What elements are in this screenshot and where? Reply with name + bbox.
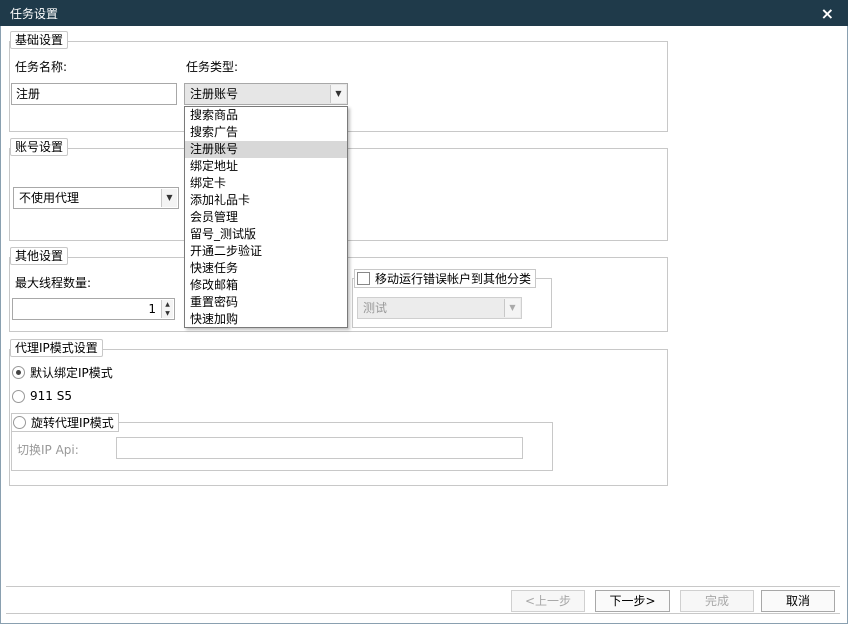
chevron-down-icon[interactable]: ▼ <box>504 299 520 317</box>
radio-dot[interactable] <box>13 416 26 429</box>
dropdown-option[interactable]: 会员管理 <box>185 209 347 226</box>
account-settings-legend: 账号设置 <box>10 138 69 156</box>
other-settings-legend: 其他设置 <box>10 247 69 265</box>
close-icon[interactable]: × <box>821 4 834 23</box>
dropdown-option[interactable]: 修改邮箱 <box>185 277 347 294</box>
dropdown-option[interactable]: 重置密码 <box>185 294 347 311</box>
default-ip-mode-label: 默认绑定IP模式 <box>30 366 113 380</box>
max-threads-value: 1 <box>148 302 156 316</box>
radio-dot[interactable] <box>12 366 25 379</box>
task-type-select[interactable]: 注册账号 ▼ <box>184 83 348 105</box>
move-error-label: 移动运行错误帐户到其他分类 <box>375 272 532 286</box>
prev-button[interactable]: <上一步 <box>511 590 585 612</box>
switch-api-label: 切换IP Api: <box>17 443 79 457</box>
chevron-down-icon[interactable]: ▼ <box>330 85 346 103</box>
radio-dot[interactable] <box>12 389 25 403</box>
cancel-button[interactable]: 取消 <box>761 590 835 612</box>
proxy-select[interactable]: 不使用代理 ▼ <box>13 187 179 209</box>
dropdown-option[interactable]: 快速任务 <box>185 260 347 277</box>
category-select[interactable]: 测试 ▼ <box>357 297 522 319</box>
default-ip-mode-radio[interactable]: 默认绑定IP模式 <box>12 364 113 381</box>
category-value: 测试 <box>363 301 388 315</box>
switch-api-input[interactable] <box>116 437 523 459</box>
task-type-dropdown: 搜索商品 搜索广告 注册账号 绑定地址 绑定卡 添加礼品卡 会员管理 留号_测试版 开通二步验证… <box>184 106 348 328</box>
decrement-icon[interactable]: ▼ <box>162 309 173 318</box>
proxy-ip-legend: 代理IP模式设置 <box>10 339 103 357</box>
dropdown-option[interactable]: 快速加购 <box>185 311 347 328</box>
dropdown-option[interactable]: 留号_测试版 <box>185 226 347 243</box>
dropdown-option[interactable]: 注册账号 <box>185 141 347 158</box>
move-error-checkbox[interactable]: 移动运行错误帐户到其他分类 <box>354 269 537 288</box>
s5-radio[interactable]: 911 S5 <box>12 389 72 403</box>
task-name-input[interactable]: 注册 <box>11 83 177 105</box>
max-threads-stepper[interactable]: 1 ▲ ▼ <box>12 298 175 320</box>
task-type-value: 注册账号 <box>190 87 239 101</box>
rotate-ip-mode-radio[interactable]: 旋转代理IP模式 <box>11 413 119 432</box>
dropdown-option[interactable]: 搜索广告 <box>185 124 347 141</box>
rotate-ip-mode-label: 旋转代理IP模式 <box>31 416 114 430</box>
stepper-buttons: ▲ ▼ <box>161 300 173 318</box>
checkbox-box[interactable] <box>357 272 370 285</box>
max-threads-label: 最大线程数量: <box>15 276 92 290</box>
finish-button[interactable]: 完成 <box>680 590 754 612</box>
task-name-label: 任务名称: <box>15 60 68 74</box>
dropdown-option[interactable]: 绑定卡 <box>185 175 347 192</box>
dropdown-option[interactable]: 开通二步验证 <box>185 243 347 260</box>
next-button[interactable]: 下一步> <box>595 590 670 612</box>
s5-label: 911 S5 <box>30 389 72 403</box>
window-title: 任务设置 <box>10 7 59 21</box>
increment-icon[interactable]: ▲ <box>162 300 173 309</box>
chevron-down-icon[interactable]: ▼ <box>161 189 177 207</box>
dropdown-option[interactable]: 添加礼品卡 <box>185 192 347 209</box>
task-type-label: 任务类型: <box>186 60 239 74</box>
dropdown-option[interactable]: 绑定地址 <box>185 158 347 175</box>
basic-settings-legend: 基础设置 <box>10 31 69 49</box>
proxy-value: 不使用代理 <box>19 191 80 205</box>
dropdown-option[interactable]: 搜索商品 <box>185 107 347 124</box>
title-bar: 任务设置 × <box>0 0 848 26</box>
